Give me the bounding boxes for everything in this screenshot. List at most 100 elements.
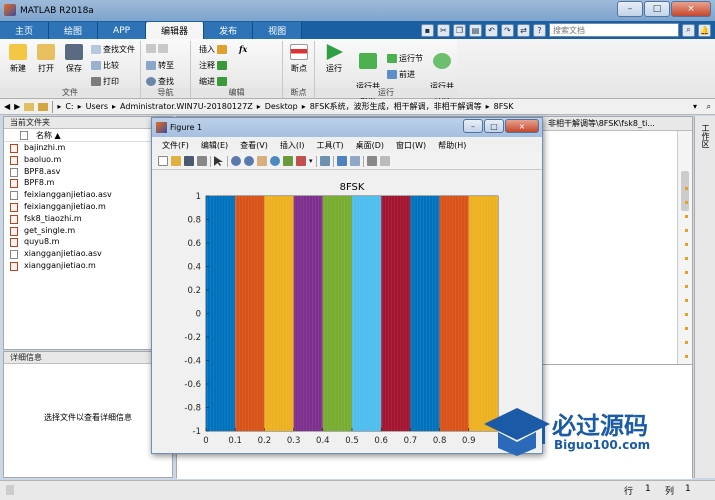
print-button[interactable]: 打印	[91, 76, 119, 87]
link-plot-icon[interactable]	[319, 156, 330, 166]
find-button[interactable]: 查找	[146, 76, 174, 87]
pan-hand-icon[interactable]	[257, 156, 267, 166]
brush-dropdown-icon[interactable]: ▾	[309, 157, 313, 165]
file-name: feixiangganjietiao.asv	[24, 190, 112, 200]
run-section-button[interactable]: 运行节	[387, 53, 423, 64]
folder-up-icon[interactable]	[24, 102, 35, 111]
compare-icon	[91, 61, 101, 70]
menu-window[interactable]: 窗口(W)	[396, 140, 426, 151]
save-button[interactable]: 保存	[60, 44, 88, 74]
file-list-item[interactable]: bajinzhi.m	[4, 142, 172, 154]
address-segment-users[interactable]: Users	[86, 102, 108, 111]
legend-icon[interactable]	[349, 156, 360, 166]
rotate-3d-icon[interactable]	[270, 156, 280, 166]
print-figure-icon[interactable]	[197, 156, 207, 166]
comment-button[interactable]: 注释	[199, 60, 227, 71]
cut-icon[interactable]: ✂	[437, 23, 450, 37]
brush-icon[interactable]	[296, 156, 306, 166]
maximize-button[interactable]: □	[644, 1, 670, 17]
file-list-item[interactable]: baoluo.m	[4, 154, 172, 166]
tab-editor[interactable]: 编辑器	[146, 22, 205, 39]
address-segment-user[interactable]: Administrator.WIN7U-20180127Z	[120, 102, 253, 111]
undo-icon[interactable]: ↶	[485, 23, 498, 37]
menu-view[interactable]: 查看(V)	[240, 140, 268, 151]
save-figure-icon[interactable]	[184, 156, 194, 166]
address-segment-project[interactable]: 8FSK系统，波形生成，相干解调，非相干解调等	[310, 101, 482, 112]
insert-button[interactable]: 插入	[199, 44, 227, 55]
notification-icon[interactable]: 🔔	[698, 23, 711, 37]
hide-plot-tools-icon[interactable]	[366, 156, 377, 166]
tab-home[interactable]: 主页	[0, 22, 50, 39]
address-segment-drive[interactable]: C:	[65, 102, 73, 111]
show-plot-tools-icon[interactable]	[379, 156, 390, 166]
y-tick-label: -0.8	[184, 404, 201, 414]
details-title: 详细信息	[4, 352, 172, 364]
help-icon[interactable]: ?	[533, 23, 546, 37]
figure-titlebar[interactable]: Figure 1 – □ ×	[152, 118, 542, 137]
file-list-item[interactable]: get_single.m	[4, 225, 172, 237]
advance-button[interactable]: 前进	[387, 69, 415, 80]
redo-icon[interactable]: ↷	[501, 23, 514, 37]
file-list-item[interactable]: xiangganjietiao.asv	[4, 248, 172, 260]
forward-icon[interactable]: ▶	[14, 102, 20, 111]
address-segment-desktop[interactable]: Desktop	[265, 102, 298, 111]
compare-button[interactable]: 比较	[91, 60, 119, 71]
fx-button[interactable]: fx	[239, 44, 247, 54]
file-list-item[interactable]: feixiangganjietiao.m	[4, 201, 172, 213]
zoom-in-icon[interactable]	[231, 156, 241, 166]
figure-close-button[interactable]: ×	[505, 119, 539, 133]
breakpoint-icon	[290, 44, 308, 60]
paste-icon[interactable]: ▤	[469, 23, 482, 37]
address-search-icon[interactable]: ⌕	[707, 102, 711, 112]
figure-maximize-button[interactable]: □	[484, 119, 504, 133]
open-button[interactable]: 打开	[32, 44, 60, 74]
menu-edit[interactable]: 编辑(E)	[201, 140, 228, 151]
menu-desktop[interactable]: 桌面(D)	[356, 140, 384, 151]
indent-button[interactable]: 缩进	[199, 76, 227, 87]
copy-icon[interactable]: ❐	[453, 23, 466, 37]
tab-apps[interactable]: APP	[98, 22, 147, 39]
menu-file[interactable]: 文件(F)	[162, 140, 189, 151]
menu-insert[interactable]: 插入(I)	[280, 140, 305, 151]
search-icon[interactable]: ⌕	[682, 23, 695, 37]
tab-view[interactable]: 视图	[253, 22, 303, 39]
back-forward-button[interactable]	[146, 44, 168, 53]
browse-folder-icon[interactable]	[38, 102, 49, 111]
file-list-item[interactable]: xiangganjietiao.m	[4, 260, 172, 272]
minimize-button[interactable]: –	[617, 1, 643, 17]
new-button[interactable]: 新建	[4, 44, 32, 74]
file-list-item[interactable]: fsk8_tiaozhi.m	[4, 213, 172, 225]
tab-publish[interactable]: 发布	[204, 22, 254, 39]
address-dropdown-icon[interactable]: ▾	[693, 102, 697, 111]
figure-minimize-button[interactable]: –	[463, 119, 483, 133]
close-button[interactable]: ×	[671, 1, 711, 17]
new-figure-icon[interactable]	[158, 156, 168, 166]
breakpoints-button[interactable]: 断点	[285, 44, 313, 74]
file-list-item[interactable]: BPF8.m	[4, 177, 172, 189]
zoom-out-icon[interactable]	[244, 156, 254, 166]
workspace-side-tab[interactable]: 工作区	[694, 116, 715, 478]
address-segment-8fsk[interactable]: 8FSK	[494, 102, 514, 111]
find-files-button[interactable]: 查找文件	[91, 44, 135, 55]
col-label: 列	[665, 487, 675, 497]
file-list-item[interactable]: BPF8.asv	[4, 166, 172, 178]
menu-tools[interactable]: 工具(T)	[316, 140, 343, 151]
pointer-icon[interactable]	[214, 156, 223, 166]
goto-icon	[146, 61, 156, 70]
colorbar-icon[interactable]	[336, 156, 347, 166]
search-documentation-input[interactable]: 搜索文档	[549, 23, 679, 37]
back-icon[interactable]: ◀	[4, 102, 10, 111]
run-button[interactable]: 运行	[319, 44, 349, 74]
goto-button[interactable]: 转至	[146, 60, 174, 71]
menu-help[interactable]: 帮助(H)	[438, 140, 466, 151]
file-list-item[interactable]: feixiangganjietiao.asv	[4, 189, 172, 201]
open-file-icon[interactable]	[171, 156, 181, 166]
file-name: baoluo.m	[24, 154, 62, 164]
watermark-brand: 必过源码	[552, 412, 648, 440]
data-cursor-icon[interactable]	[283, 156, 293, 166]
tab-plots[interactable]: 绘图	[49, 22, 99, 39]
save-quick-icon[interactable]: ▪	[421, 23, 434, 37]
switch-window-icon[interactable]: ⇄	[517, 23, 530, 37]
name-column-header[interactable]: 名称 ▲	[4, 129, 172, 142]
file-list-item[interactable]: quyu8.m	[4, 236, 172, 248]
